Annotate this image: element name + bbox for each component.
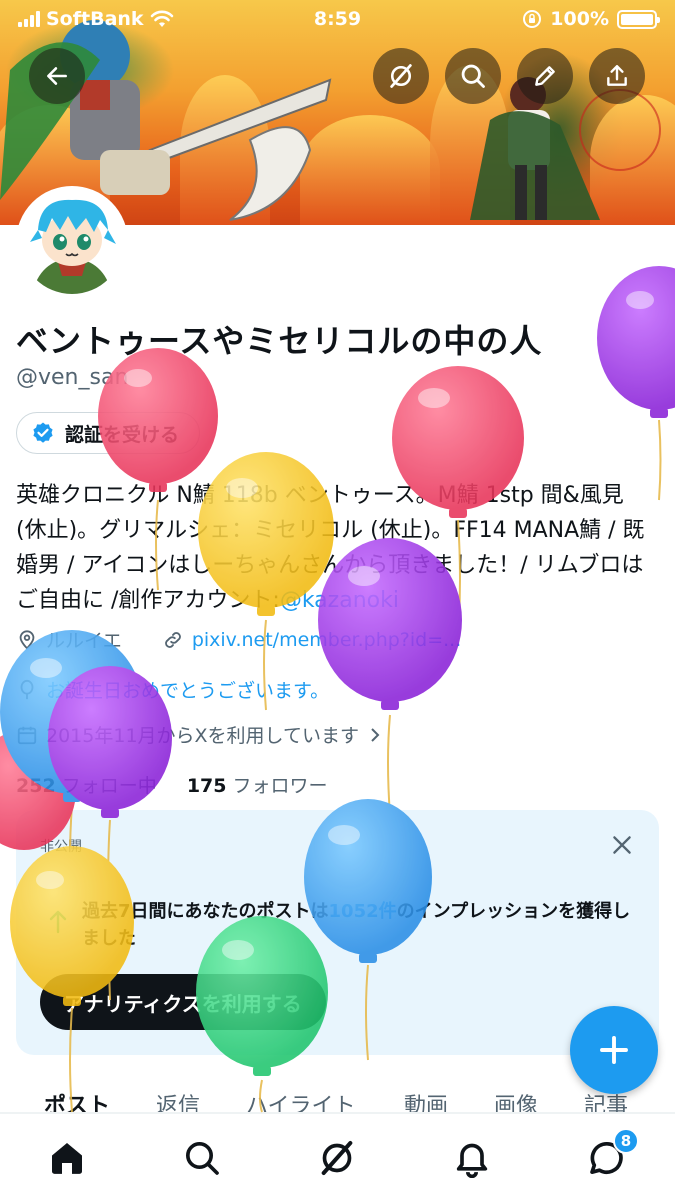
- followers-label: フォロワー: [232, 775, 328, 797]
- search-icon: [461, 64, 485, 88]
- joined-date: 2015年11月からXを利用しています: [46, 725, 359, 747]
- balloon-icon: [20, 679, 34, 699]
- tab-images[interactable]: 画像: [494, 1088, 538, 1114]
- search-icon: [186, 1142, 219, 1175]
- compose-post-button[interactable]: [570, 1006, 658, 1094]
- avatar-illustration: [20, 190, 124, 294]
- nav-notifications[interactable]: [450, 1136, 494, 1180]
- following-label: フォロー中: [61, 775, 157, 797]
- grok-icon: [390, 64, 412, 88]
- avatar[interactable]: [16, 186, 128, 298]
- back-button[interactable]: [29, 48, 85, 104]
- calendar-icon: [17, 726, 37, 744]
- close-card-button[interactable]: [609, 832, 635, 862]
- tab-replies[interactable]: 返信: [156, 1088, 200, 1114]
- grok-icon: [321, 1141, 353, 1175]
- location-text: ルルイエ: [46, 630, 122, 652]
- close-icon: [613, 836, 631, 854]
- orientation-lock-icon: [523, 10, 542, 28]
- website-link[interactable]: pixiv.net/member.php?id=...: [192, 629, 461, 651]
- link-icon: [164, 631, 181, 648]
- location-pin-icon: [19, 629, 35, 650]
- bell-icon: [456, 1143, 488, 1178]
- followers-count: 175: [186, 775, 227, 797]
- follow-stats: 252 フォロー中 175 フォロワー: [16, 771, 328, 798]
- joined-row[interactable]: 2015年11月からXを利用しています: [16, 721, 383, 748]
- use-analytics-button[interactable]: アナリティクスを利用する: [40, 974, 326, 1030]
- impressions-message: 過去7日間にあなたのポストは1052件のインプレッションを獲得しました: [82, 898, 642, 952]
- followers-link[interactable]: 175 フォロワー: [187, 775, 328, 797]
- private-label: 非公開: [40, 839, 82, 855]
- messages-badge: 8: [613, 1128, 639, 1154]
- edit-button[interactable]: [517, 48, 573, 104]
- verified-badge-icon: [33, 422, 53, 443]
- profile-tabs: ポスト 返信 ハイライト 動画 画像 記事: [0, 1082, 675, 1114]
- tab-posts[interactable]: ポスト: [44, 1088, 110, 1114]
- tab-highlights[interactable]: ハイライト: [246, 1088, 356, 1114]
- username-handle: @ven_san: [16, 365, 129, 390]
- birthday-row: お誕生日おめでとうございます。: [16, 676, 329, 703]
- impressions-message-prefix: 過去7日間にあなたのポストは: [82, 901, 329, 922]
- arrow-left-icon: [47, 67, 67, 85]
- birthday-message: お誕生日おめでとうございます。: [46, 680, 330, 702]
- share-button[interactable]: [589, 48, 645, 104]
- nav-grok[interactable]: [315, 1136, 359, 1180]
- nav-search[interactable]: [180, 1136, 224, 1180]
- battery-percent: 100%: [550, 8, 609, 30]
- following-link[interactable]: 252 フォロー中: [16, 775, 157, 797]
- tab-videos[interactable]: 動画: [404, 1088, 448, 1114]
- trend-up-icon: [46, 908, 70, 938]
- grok-button[interactable]: [373, 48, 429, 104]
- plus-icon: [600, 1036, 628, 1064]
- chevron-right-icon: [371, 727, 380, 742]
- home-icon: [52, 1143, 82, 1174]
- nav-home[interactable]: [45, 1136, 89, 1180]
- search-button[interactable]: [445, 48, 501, 104]
- battery-icon: [617, 9, 660, 29]
- profile-meta-row: ルルイエ pixiv.net/member.php?id=...: [16, 626, 461, 653]
- nav-messages[interactable]: 8: [585, 1128, 639, 1180]
- pencil-icon: [535, 66, 555, 86]
- impressions-count: 1052件: [328, 901, 397, 922]
- following-count: 252: [16, 775, 56, 797]
- profile-bio: 英雄クロニクル N鯖 118b ベントゥース。M鯖 1stp 間&風見 (休止)…: [16, 478, 656, 618]
- status-bar: SoftBank 8:59 100%: [0, 0, 675, 40]
- get-verified-button[interactable]: 認証を受ける: [16, 412, 201, 454]
- display-name: ベントゥースやミセリコルの中の人: [16, 322, 543, 360]
- bio-mention-link[interactable]: @kazanoki: [280, 588, 399, 613]
- get-verified-label: 認証を受ける: [65, 423, 180, 446]
- bottom-navigation: 8: [0, 1113, 675, 1200]
- analytics-card: 非公開 過去7日間にあなたのポストは1052件のインプレッションを獲得しました …: [16, 810, 659, 1055]
- share-icon: [607, 65, 627, 86]
